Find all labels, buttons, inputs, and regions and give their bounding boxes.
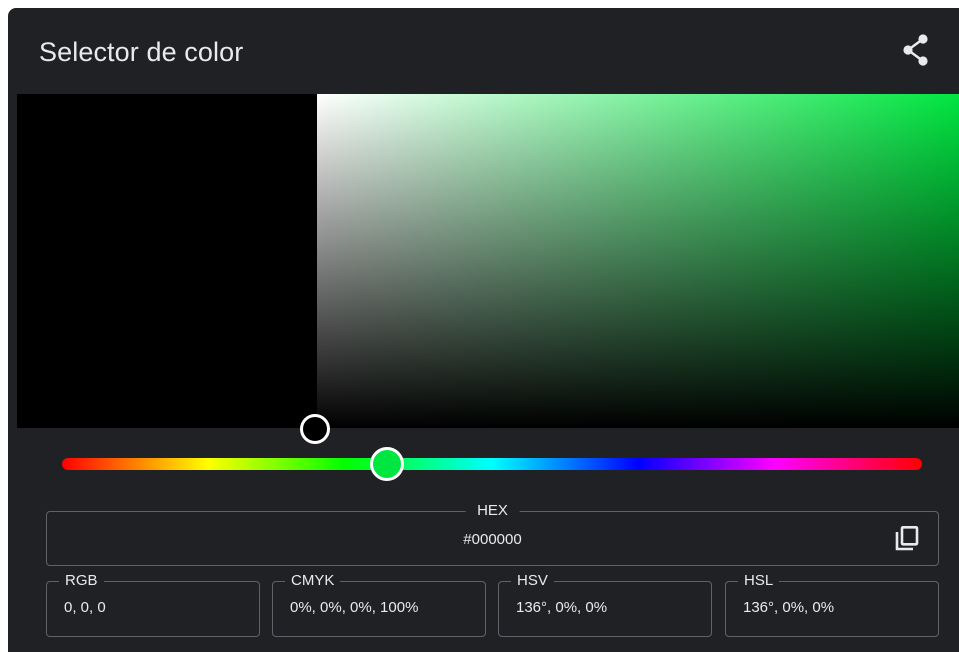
hsl-label: HSL [738, 572, 780, 590]
hsv-field[interactable]: HSV 136°, 0%, 0% [498, 572, 712, 637]
hsl-value[interactable]: 136°, 0%, 0% [743, 599, 834, 617]
card-title: Selector de color [39, 37, 244, 67]
hex-field[interactable]: HEX #000000 [46, 502, 939, 566]
hue-slider[interactable] [62, 458, 922, 470]
rgb-value[interactable]: 0, 0, 0 [64, 599, 106, 617]
share-button[interactable] [901, 33, 931, 67]
hsv-value[interactable]: 136°, 0%, 0% [516, 599, 607, 617]
hue-slider-thumb[interactable] [370, 447, 405, 481]
rgb-label: RGB [59, 572, 104, 590]
color-picker-handle[interactable] [300, 414, 330, 444]
saturation-value-gradient[interactable] [317, 94, 959, 428]
copy-button[interactable] [894, 525, 920, 553]
rgb-field[interactable]: RGB 0, 0, 0 [46, 572, 260, 637]
hsl-field[interactable]: HSL 136°, 0%, 0% [725, 572, 939, 637]
cmyk-value[interactable]: 0%, 0%, 0%, 100% [290, 599, 418, 617]
hsv-label: HSV [511, 572, 554, 590]
color-picker-card: Selector de color HEX #000000 RGB 0, 0, … [8, 8, 959, 652]
hex-label: HEX [465, 502, 520, 520]
copy-icon [895, 525, 919, 551]
cmyk-label: CMYK [285, 572, 341, 590]
hex-value[interactable]: #000000 [47, 531, 938, 549]
cmyk-field[interactable]: CMYK 0%, 0%, 0%, 100% [272, 572, 486, 637]
color-preview-area [17, 94, 959, 428]
share-icon [903, 34, 928, 66]
